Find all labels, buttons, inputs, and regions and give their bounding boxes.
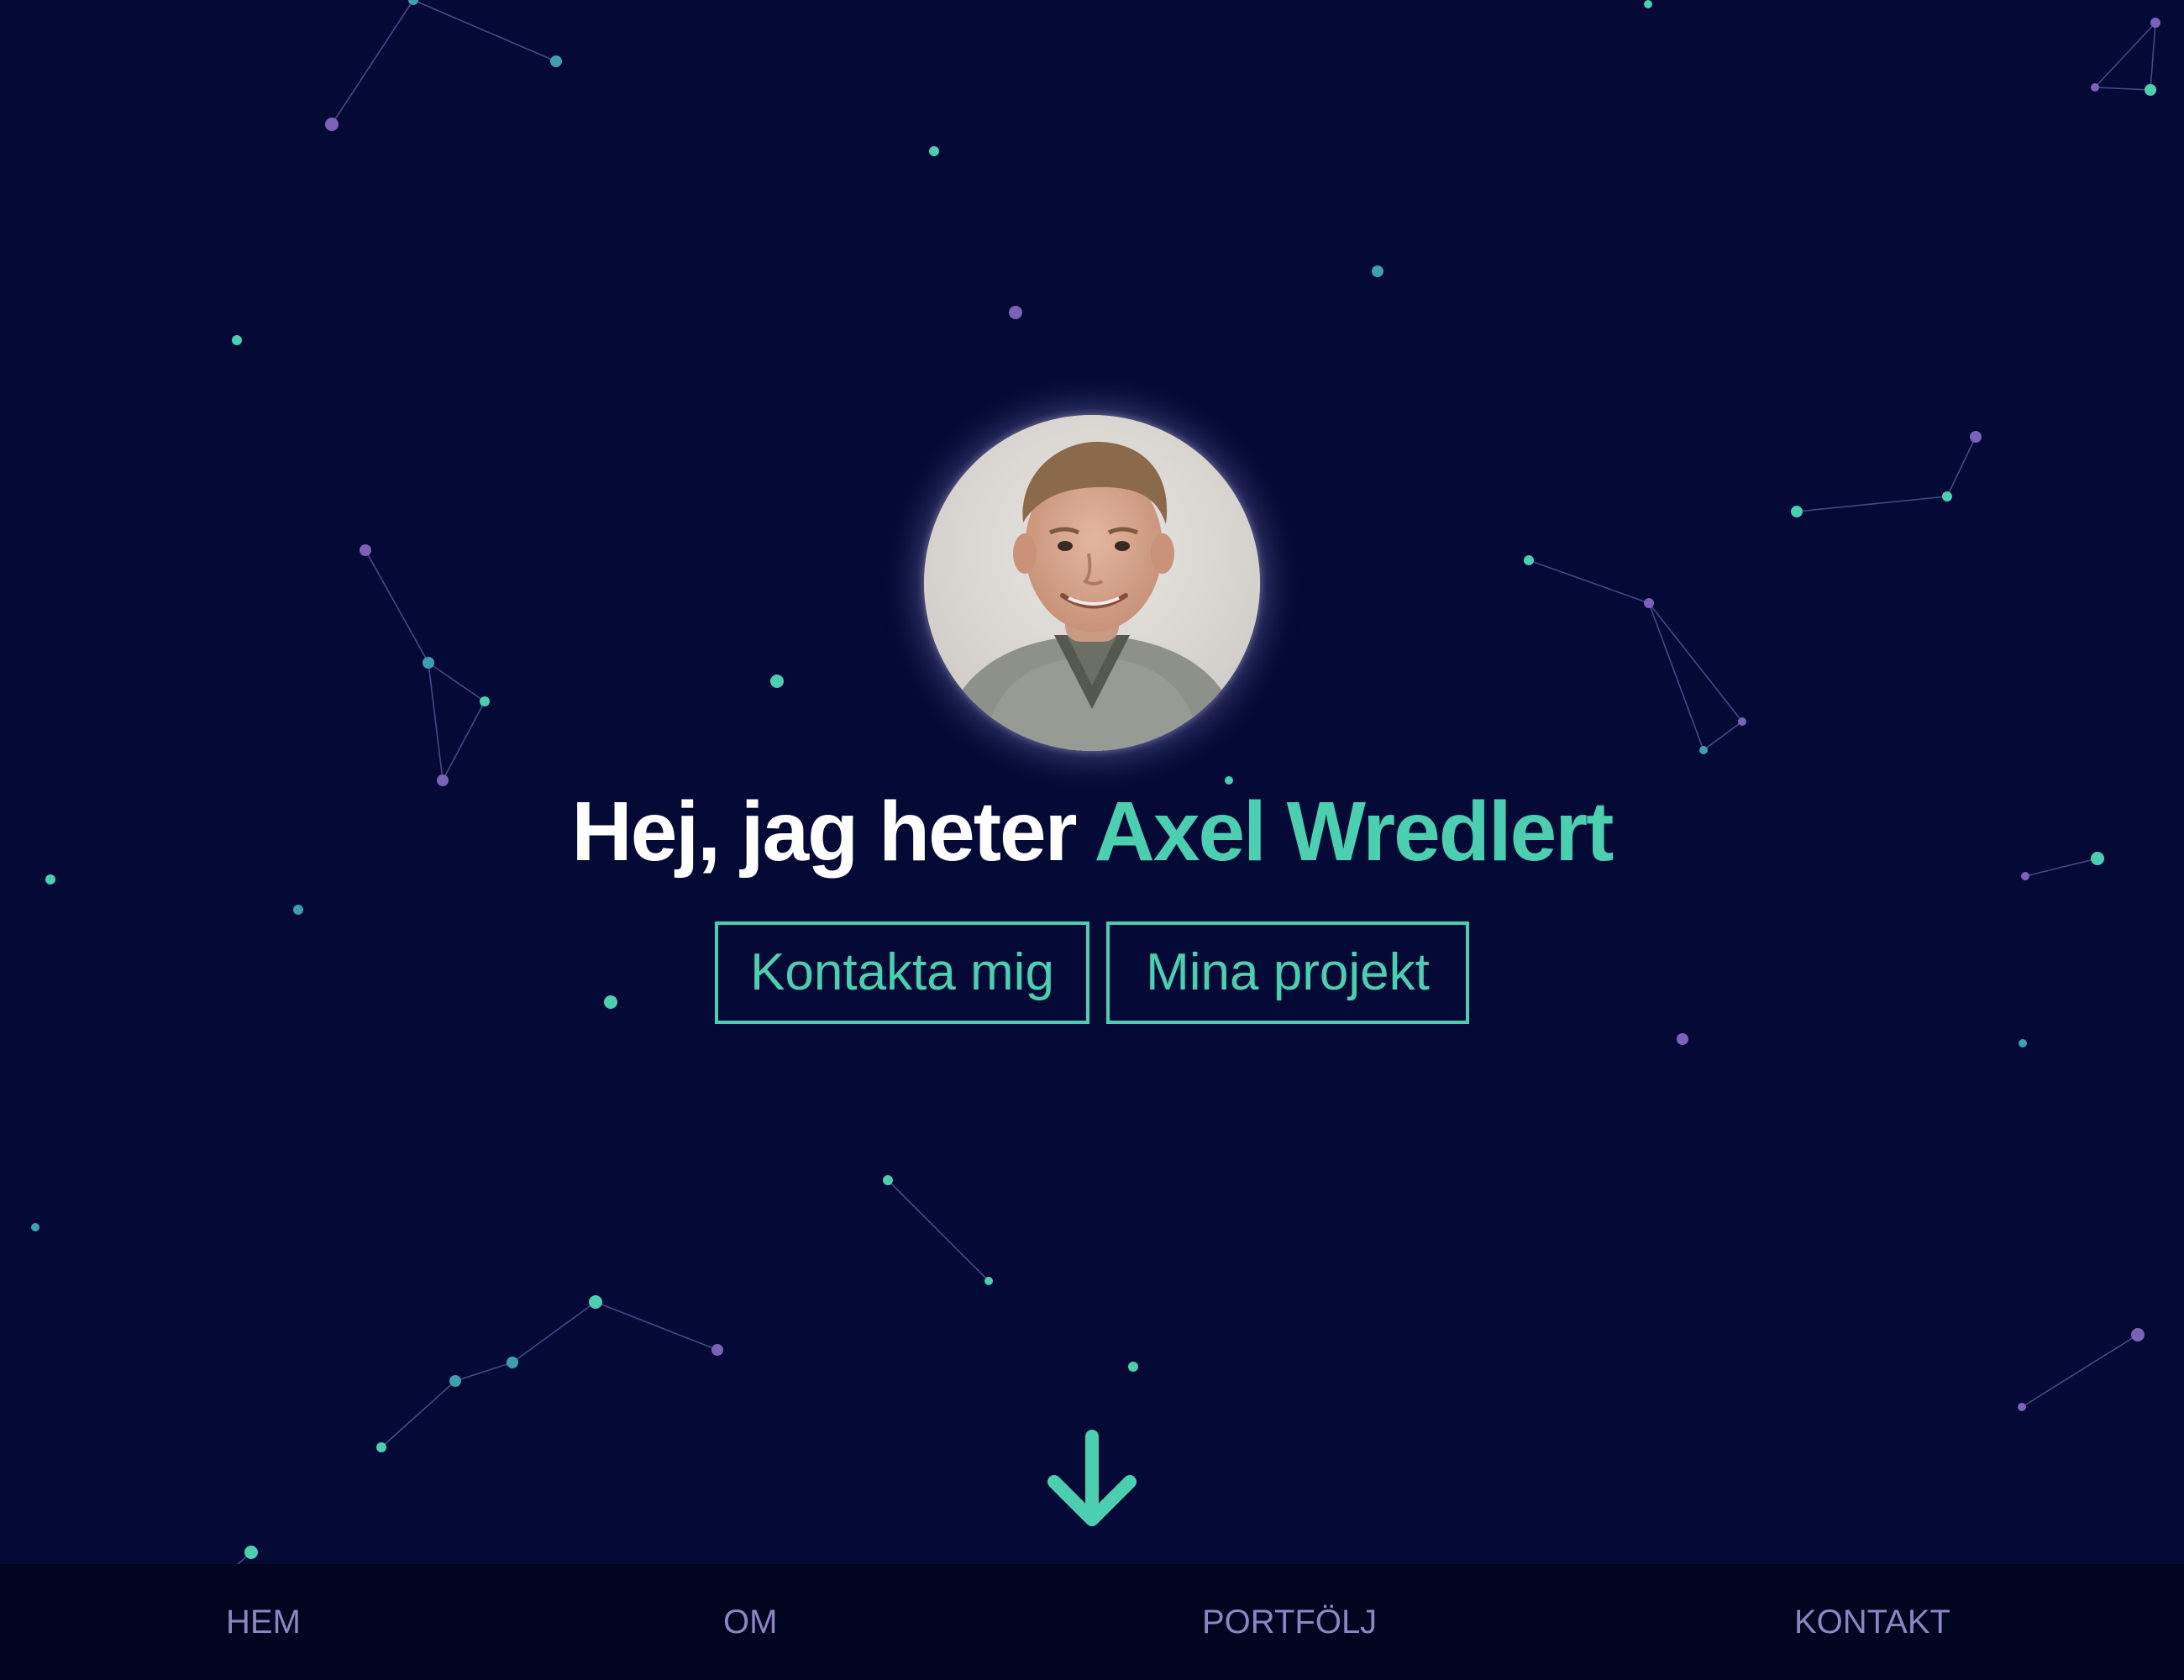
arrow-down-icon[interactable] xyxy=(1046,1430,1138,1530)
hero-section: Hej, jag heter Axel Wredlert Kontakta mi… xyxy=(0,0,2184,1680)
avatar xyxy=(924,415,1260,751)
nav-item-hem[interactable]: HEM xyxy=(226,1564,301,1680)
nav-item-kontakt[interactable]: KONTAKT xyxy=(1794,1564,1950,1680)
name-text: Axel Wredlert xyxy=(1094,785,1614,879)
my-projects-button[interactable]: Mina projekt xyxy=(1106,921,1469,1024)
nav-item-om[interactable]: OM xyxy=(723,1564,777,1680)
greeting-text: Hej, jag heter xyxy=(571,785,1095,879)
cta-buttons: Kontakta mig Mina projekt xyxy=(0,921,2184,1024)
avatar-photo xyxy=(924,415,1260,751)
contact-me-button[interactable]: Kontakta mig xyxy=(715,921,1089,1024)
hero-heading: Hej, jag heter Axel Wredlert xyxy=(0,781,2184,882)
bottom-navigation: HEM OM PORTFÖLJ KONTAKT xyxy=(0,1564,2184,1680)
nav-item-portfolj[interactable]: PORTFÖLJ xyxy=(1202,1564,1377,1680)
